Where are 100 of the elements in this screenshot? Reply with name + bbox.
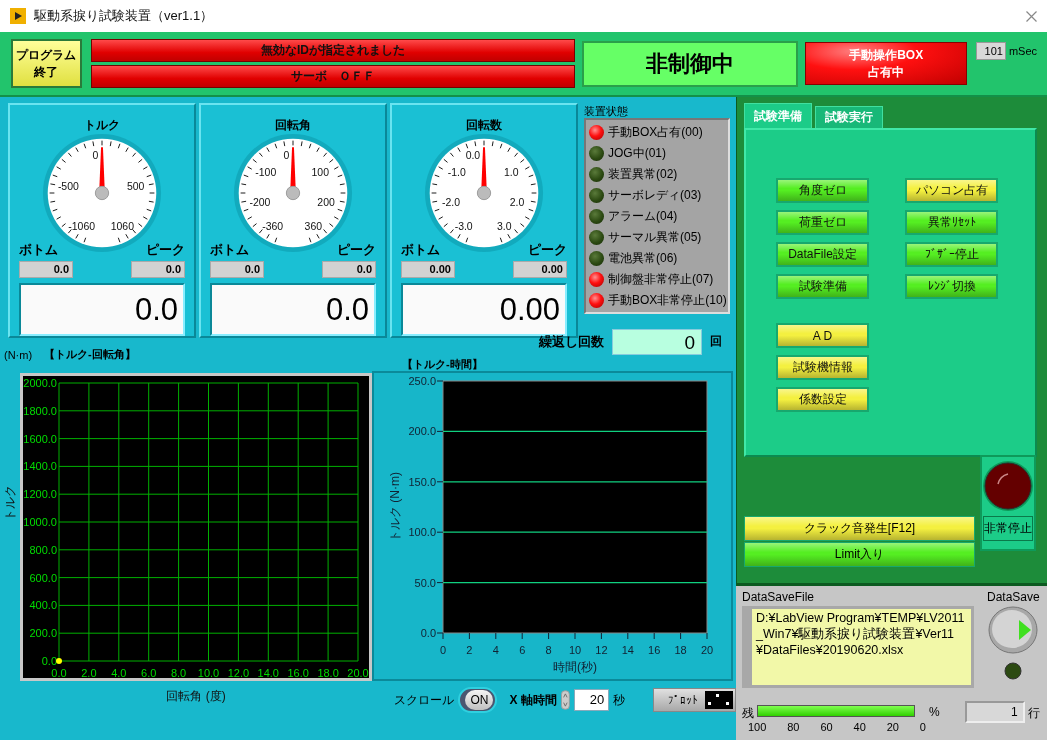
status-label: アラーム(04) [608, 207, 678, 225]
tick-label: 400.0 [29, 599, 57, 612]
scale-label: 60 [820, 721, 833, 733]
spinner-icon[interactable] [560, 689, 570, 711]
status-label: 電池異常(06) [608, 249, 678, 267]
dial-label: -200 [249, 196, 271, 208]
scale-label: 40 [853, 721, 866, 733]
tick-label: 18.0 [317, 667, 339, 679]
toggle-switch[interactable]: ON [458, 687, 498, 713]
data-save-button[interactable] [988, 606, 1039, 654]
tick-label: 600.0 [29, 571, 57, 584]
tick-label: 1800.0 [23, 404, 57, 417]
dial-label: 1.0 [504, 167, 519, 178]
action-button[interactable]: 荷重ゼロ [776, 210, 869, 235]
panel-label: 装置状態 [584, 104, 629, 118]
status-label: 手動BOX占有(00) [608, 123, 703, 141]
bottom-value: 0.00 [401, 261, 455, 278]
scale-label: 0 [919, 721, 926, 733]
button-label: DataSave [987, 590, 1040, 606]
file-path-field[interactable]: D:¥LabView Program¥TEMP¥LV2011_Win7¥駆動系捩り試験装置¥Ver11¥DataFiles¥20190620.xlsx [742, 606, 974, 688]
dial-label: 3.0 [497, 221, 512, 233]
tick-label: 0.0 [41, 655, 57, 667]
gauge-title: トルク [84, 117, 120, 131]
unit-label: (N·m) [4, 348, 33, 361]
tick-label: 1400.0 [23, 460, 57, 473]
unit-label: 行 [1027, 705, 1040, 722]
tick-label: 0.0 [51, 667, 67, 679]
action-button[interactable]: 係数設定 [776, 387, 869, 412]
tick-label: 0.0 [420, 627, 436, 639]
tick-label: 1000.0 [23, 516, 57, 528]
gauge-title: 回転角 [275, 117, 311, 131]
tick-label: 8 [545, 644, 552, 656]
dial-label: -360 [262, 221, 284, 233]
tick-label: 200.0 [408, 425, 436, 438]
tick-label: 14.0 [257, 667, 279, 679]
x-axis-time-field[interactable]: 20 [573, 689, 610, 711]
status-label: サーマル異常(05) [608, 228, 702, 246]
scale-label: 100 [748, 721, 767, 733]
dial-label: -1.0 [447, 167, 466, 178]
dial-label: 0.0 [465, 149, 481, 161]
action-button[interactable]: パソコン占有 [905, 178, 998, 203]
action-button[interactable]: 試験機情報 [776, 355, 869, 380]
plot-legend[interactable]: ﾌﾟﾛｯﾄ [653, 688, 736, 712]
peak-value: 0.0 [322, 261, 376, 278]
axis-title: 回転角 (度) [166, 689, 226, 703]
program-exit-button[interactable]: プログラム 終了 [11, 39, 82, 88]
dial-label: 200 [317, 196, 335, 208]
message-bar: サーボ ＯＦＦ [90, 65, 576, 88]
action-button[interactable]: 試験準備 [776, 274, 869, 299]
dial-label: -1060 [68, 221, 96, 233]
app-icon [10, 8, 26, 24]
tick-label: 150.0 [408, 475, 436, 488]
action-button[interactable]: ﾌﾞｻﾞｰ停止 [905, 242, 998, 267]
action-button[interactable]: DataFile設定 [776, 242, 869, 267]
bottom-label: ボトム [210, 241, 249, 256]
peak-label: ピーク [146, 241, 185, 256]
scale-label: 80 [787, 721, 800, 733]
chart-title: 【トルク-回転角】 [44, 347, 136, 362]
field-label: X 軸時間 [509, 691, 557, 709]
tick-label: 250.0 [408, 375, 436, 387]
tick-label: 14 [621, 644, 634, 656]
action-button[interactable]: A D [776, 323, 869, 348]
action-button[interactable]: 角度ゼロ [776, 178, 869, 203]
tick-label: 12.0 [227, 667, 250, 679]
dial-label: 2.0 [509, 196, 525, 208]
tick-label: 0 [439, 644, 447, 656]
tick-label: 50.0 [414, 576, 436, 589]
chart-title: 【トルク-時間】 [401, 357, 484, 371]
tick-label: 10 [568, 644, 582, 656]
scale-label: 20 [886, 721, 899, 733]
dial-label: 100 [311, 167, 329, 178]
tick-label: 100.0 [408, 526, 436, 539]
tick-label: 4.0 [111, 667, 127, 679]
toggle-label: スクロール [394, 691, 454, 709]
unit-label: mSec [1008, 44, 1037, 57]
action-button[interactable]: 異常ﾘｾｯﾄ [905, 210, 998, 235]
status-label: 装置異常(02) [608, 165, 678, 183]
action-button[interactable]: Limit入り [744, 542, 975, 567]
bottom-label: ボトム [19, 241, 58, 256]
tick-label: 16 [648, 644, 661, 656]
axis-title: 時間(秒) [553, 660, 597, 674]
unit-label: 回 [710, 333, 722, 350]
emergency-stop-button[interactable] [982, 460, 1034, 512]
bottom-label: ボトム [401, 241, 440, 256]
action-button[interactable]: ﾚﾝｼﾞ切換 [905, 274, 998, 299]
status-label: 手動BOX非常停止(10) [608, 291, 727, 309]
bottom-value: 0.0 [210, 261, 264, 278]
message-bar: 無効なIDが指定されました [90, 39, 576, 62]
dial-label: 360 [304, 221, 323, 233]
tick-label: 1600.0 [23, 432, 57, 445]
unit-label: 秒 [613, 691, 626, 709]
window-title: 駆動系捩り試験装置（ver1.1） [34, 7, 214, 25]
status-label: サーボレディ(03) [608, 186, 702, 204]
tick-label: 200.0 [29, 627, 57, 640]
tick-label: 6 [519, 644, 526, 656]
meter-label: 残 [742, 705, 754, 722]
value-display: 0.0 [19, 283, 185, 336]
tick-label: 12 [595, 644, 608, 656]
close-icon[interactable] [1026, 10, 1037, 22]
action-button[interactable]: クラック音発生[F12] [744, 516, 975, 541]
